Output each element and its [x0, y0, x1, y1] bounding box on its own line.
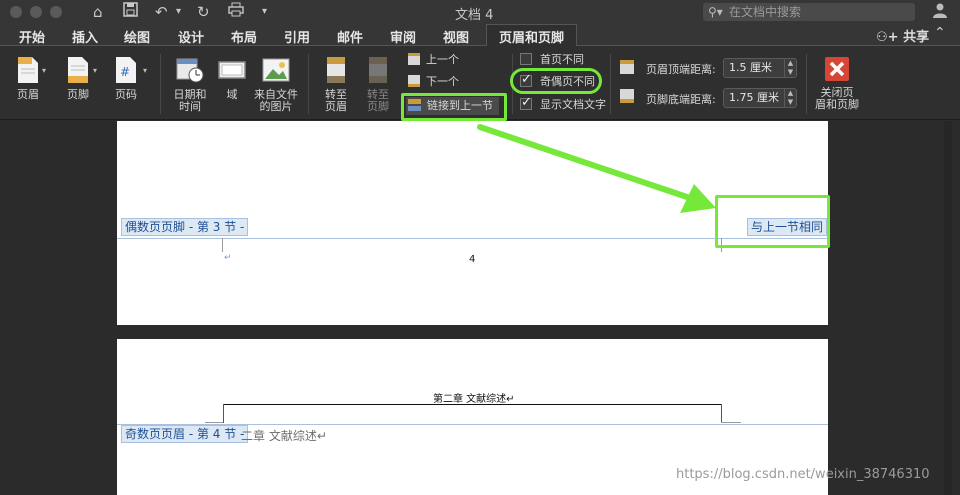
annotation-arrow — [477, 124, 716, 213]
watermark-text: https://blog.csdn.net/weixin_38746310 — [676, 467, 930, 482]
